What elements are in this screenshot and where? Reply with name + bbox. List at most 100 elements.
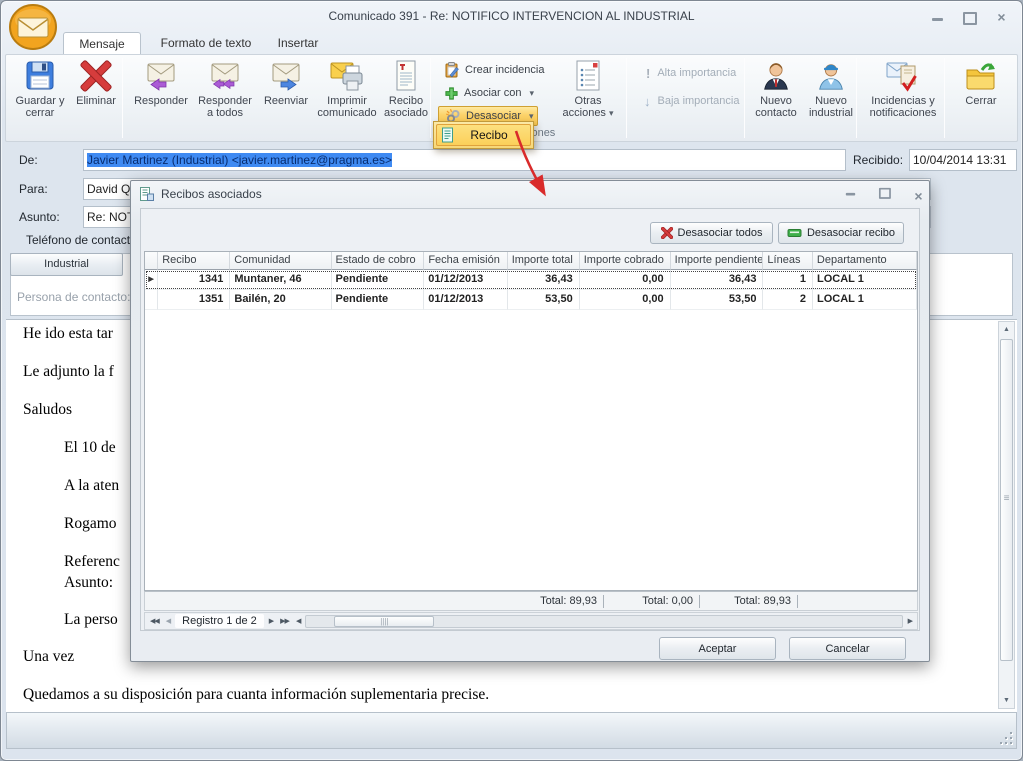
col-estado[interactable]: Estado de cobro xyxy=(332,252,425,270)
close-button[interactable]: × xyxy=(988,10,1015,25)
green-plus-icon xyxy=(444,86,459,101)
col-comunidad[interactable]: Comunidad xyxy=(230,252,331,270)
reply-all-envelope-icon xyxy=(210,60,240,92)
dialog-content: Desasociar todos Desasociar recibo Recib… xyxy=(140,208,920,631)
associate-with-button[interactable]: Asociar con ▾ xyxy=(438,83,540,103)
dialog-restore-button[interactable] xyxy=(873,186,896,199)
col-departamento[interactable]: Departamento xyxy=(813,252,917,270)
hscroll-right-icon[interactable]: ▶ xyxy=(906,617,914,625)
col-importe-cobrado[interactable]: Importe cobrado xyxy=(580,252,671,270)
other-actions-button[interactable]: Otras acciones▾ xyxy=(554,58,622,128)
horizontal-scrollbar[interactable]: |||| xyxy=(305,615,902,628)
tab-mensaje[interactable]: Mensaje xyxy=(63,32,141,55)
desasociar-recibo-button[interactable]: Desasociar recibo xyxy=(778,222,904,244)
reply-all-button[interactable]: Responder a todos xyxy=(194,58,256,128)
delete-button[interactable]: Eliminar xyxy=(70,58,122,128)
table-row[interactable]: 1351 Bailén, 20 Pendiente 01/12/2013 53,… xyxy=(145,290,917,310)
dialog-close-button[interactable]: × xyxy=(905,189,932,204)
resize-grip[interactable] xyxy=(998,730,1012,744)
body-line: Le adjunto la f xyxy=(23,363,114,381)
dialog-receipt-icon xyxy=(139,186,155,202)
forward-button[interactable]: Reenviar xyxy=(258,58,314,128)
status-bar xyxy=(6,712,1017,749)
col-importe-pendiente[interactable]: Importe pendiente xyxy=(671,252,764,270)
clipboard-icon xyxy=(444,62,460,78)
tab-formato-de-texto[interactable]: Formato de texto xyxy=(151,32,261,55)
restore-button[interactable] xyxy=(956,10,983,25)
new-industrial-button[interactable]: Nuevo industrial xyxy=(804,58,858,128)
dialog-minimize-button[interactable] xyxy=(839,186,862,199)
high-importance-button: ! Alta importancia xyxy=(646,63,736,83)
desasociar-dropdown-menu: Recibo xyxy=(433,121,534,149)
save-close-button[interactable]: Guardar y cerrar xyxy=(12,58,68,128)
body-vertical-scrollbar[interactable]: ▲ ≡ ▼ xyxy=(998,321,1015,709)
low-importance-button: ↓ Baja importancia xyxy=(644,91,739,111)
envelope-check-icon xyxy=(886,60,920,92)
de-field[interactable]: Javier Martinez (Industrial) <javier.mar… xyxy=(83,149,846,171)
recibido-label: Recibido: xyxy=(853,153,903,167)
row-selector-header xyxy=(145,252,158,270)
body-line: El 10 de xyxy=(64,439,116,457)
reply-button[interactable]: Responder xyxy=(130,58,192,128)
incidents-notifications-button[interactable]: Incidencias y notificaciones xyxy=(860,58,946,128)
asunto-label: Asunto: xyxy=(19,210,60,224)
hscroll-left-icon[interactable]: ◀ xyxy=(294,617,302,625)
window-titlebar: Comunicado 391 - Re: NOTIFICO INTERVENCI… xyxy=(1,1,1022,32)
telefono-label: Teléfono de contacto: xyxy=(26,233,140,247)
businessman-icon xyxy=(760,60,792,92)
totals-row: Total: 89,93 Total: 0,00 Total: 89,93 xyxy=(144,591,918,611)
cancelar-button[interactable]: Cancelar xyxy=(789,637,906,660)
green-receipt-icon xyxy=(787,227,802,239)
prev-record-icon[interactable]: ◀ xyxy=(164,617,172,625)
col-fecha[interactable]: Fecha emisión xyxy=(424,252,507,270)
menu-item-recibo[interactable]: Recibo xyxy=(436,124,531,146)
col-recibo[interactable]: Recibo xyxy=(158,252,230,270)
body-line: Referenc xyxy=(64,553,120,571)
tab-insertar[interactable]: Insertar xyxy=(263,32,333,55)
para-label: Para: xyxy=(19,182,48,196)
body-line: A la aten xyxy=(64,477,119,495)
red-x-icon xyxy=(661,227,673,239)
table-header-row: Recibo Comunidad Estado de cobro Fecha e… xyxy=(145,252,917,270)
first-record-icon[interactable]: ◀◀ xyxy=(148,617,161,625)
minimize-button[interactable] xyxy=(924,10,951,25)
screen: { "window": { "title": "Comunicado 391 -… xyxy=(0,0,1023,761)
close-ribbon-button[interactable]: Cerrar xyxy=(952,58,1010,128)
scroll-up-icon[interactable]: ▲ xyxy=(999,322,1014,337)
scroll-down-icon[interactable]: ▼ xyxy=(999,693,1014,708)
reply-envelope-icon xyxy=(146,60,176,92)
scrollbar-thumb[interactable]: ≡ xyxy=(1000,339,1013,661)
ribbon-separator xyxy=(744,58,745,138)
chevron-down-icon: ▾ xyxy=(529,88,534,99)
aceptar-button[interactable]: Aceptar xyxy=(659,637,776,660)
new-contact-button[interactable]: Nuevo contacto xyxy=(748,58,804,128)
last-record-icon[interactable]: ▶▶ xyxy=(278,617,291,625)
total-importe-cobrado: Total: 0,00 xyxy=(593,595,693,607)
table-row[interactable]: ▶ 1341 Muntaner, 46 Pendiente 01/12/2013… xyxy=(145,270,917,290)
app-envelope-logo[interactable] xyxy=(8,3,58,51)
worker-icon xyxy=(815,60,847,92)
create-incident-button[interactable]: Crear incidencia xyxy=(438,60,550,80)
down-arrow-icon: ↓ xyxy=(644,94,651,109)
tab-industrial[interactable]: Industrial xyxy=(10,253,123,276)
next-record-icon[interactable]: ▶ xyxy=(267,617,275,625)
associated-receipt-button[interactable]: Recibo asociado xyxy=(380,58,432,128)
record-count-label: Registro 1 de 2 xyxy=(175,614,264,628)
document-list-icon xyxy=(574,60,602,92)
col-lineas[interactable]: Líneas xyxy=(763,252,812,270)
desasociar-todos-button[interactable]: Desasociar todos xyxy=(650,222,773,244)
ribbon-separator xyxy=(122,58,123,138)
total-importe-pendiente: Total: 89,93 xyxy=(691,595,791,607)
body-line: He ido esta tar xyxy=(23,325,113,343)
recibido-field[interactable]: 10/04/2014 13:31 xyxy=(909,149,1017,171)
floppy-disk-icon xyxy=(23,60,57,92)
recibos-asociados-dialog: Recibos asociados × Desasociar todos Des… xyxy=(130,180,930,662)
recibido-value: 10/04/2014 13:31 xyxy=(913,153,1006,167)
body-line: La perso xyxy=(64,611,118,629)
print-communication-button[interactable]: Imprimir comunicado xyxy=(316,58,378,128)
red-x-icon xyxy=(79,60,113,92)
body-line: Asunto: xyxy=(64,574,113,592)
hscroll-thumb[interactable]: |||| xyxy=(334,616,434,627)
col-importe-total[interactable]: Importe total xyxy=(508,252,580,270)
forward-envelope-icon xyxy=(271,60,301,92)
